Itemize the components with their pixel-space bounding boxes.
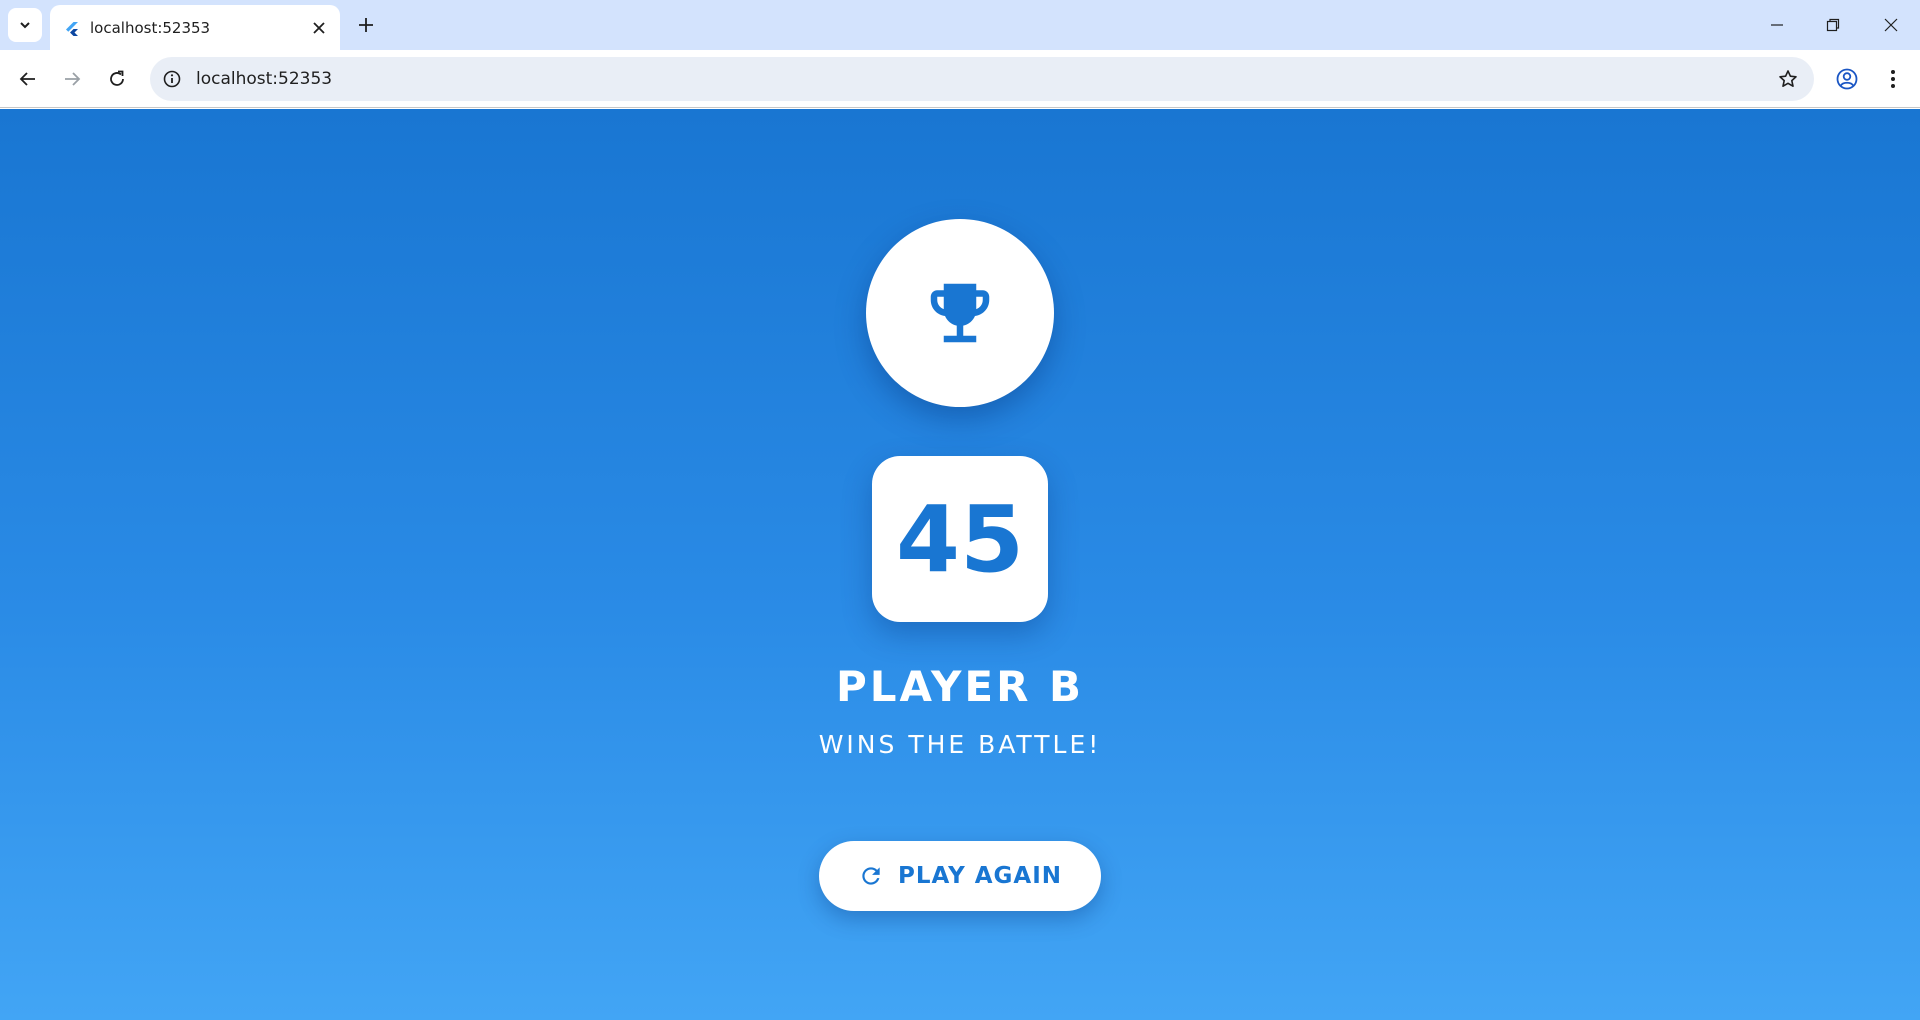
address-bar[interactable]: localhost:52353: [150, 57, 1814, 101]
close-window-button[interactable]: [1876, 10, 1906, 40]
info-icon: [163, 70, 181, 88]
browser-tab-active[interactable]: localhost:52353: [50, 5, 340, 50]
profile-button[interactable]: [1831, 63, 1863, 95]
play-again-label: PLAY AGAIN: [897, 863, 1063, 889]
close-icon: [1884, 18, 1898, 32]
refresh-icon: [862, 867, 880, 885]
close-icon: [313, 22, 325, 34]
restore-icon: [1826, 18, 1840, 32]
site-info-button[interactable]: [160, 67, 184, 91]
minimize-button[interactable]: [1762, 10, 1792, 40]
restore-button[interactable]: [1818, 10, 1848, 40]
back-button[interactable]: [12, 63, 44, 95]
bookmark-button[interactable]: [1776, 67, 1800, 91]
final-score: 45: [895, 485, 1025, 593]
flutter-icon: [66, 22, 78, 36]
game-over-screen: 45 PLAYER B WINS THE BATTLE! PLAY AGAIN: [0, 109, 1920, 1020]
tab-title: localhost:52353: [90, 19, 211, 37]
star-icon: [1779, 70, 1797, 87]
arrow-right-icon: [65, 72, 81, 86]
minimize-icon: [1771, 24, 1783, 26]
trophy-icon: [930, 283, 990, 343]
winner-name: PLAYER B: [835, 662, 1085, 711]
plus-icon: [359, 18, 373, 32]
tab-close-button[interactable]: [308, 17, 330, 39]
address-url: localhost:52353: [196, 69, 333, 89]
chevron-down-icon: [20, 22, 30, 29]
trophy-badge: [866, 219, 1054, 407]
browser-menu-button[interactable]: [1877, 63, 1909, 95]
browser-tabstrip: localhost:52353: [0, 0, 1920, 50]
play-again-button[interactable]: PLAY AGAIN: [819, 841, 1101, 911]
more-vert-icon: [1891, 70, 1895, 88]
reload-button[interactable]: [101, 63, 133, 95]
browser-toolbar: localhost:52353: [0, 50, 1920, 108]
account-circle-icon: [1836, 68, 1858, 90]
reload-icon: [110, 70, 124, 86]
score-card: 45: [872, 456, 1048, 622]
tab-search-button[interactable]: [8, 8, 42, 42]
new-tab-button[interactable]: [352, 11, 380, 39]
forward-button[interactable]: [56, 63, 88, 95]
winner-subtitle: WINS THE BATTLE!: [818, 730, 1102, 759]
arrow-left-icon: [19, 72, 35, 86]
